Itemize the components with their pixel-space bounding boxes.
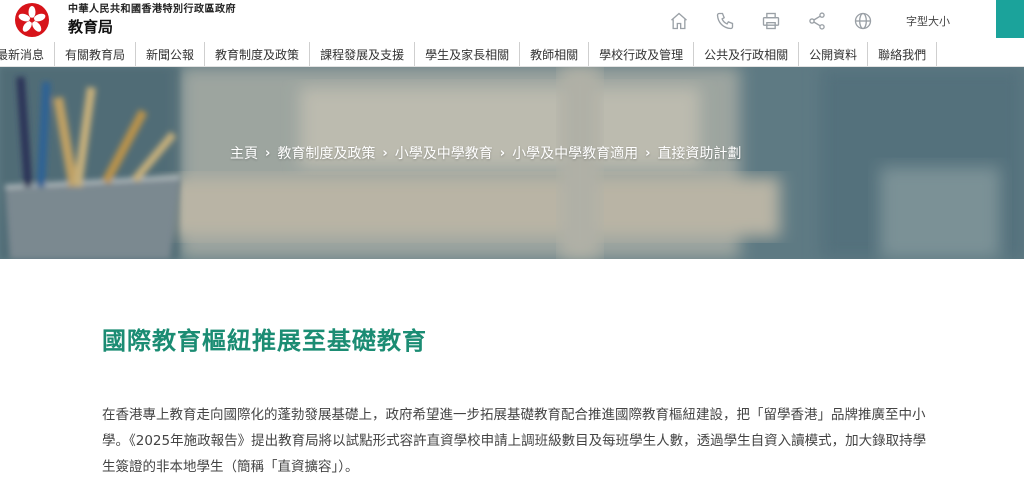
nav-item-public-info[interactable]: 公開資料	[799, 42, 869, 66]
nav-item-curriculum[interactable]: 課程發展及支援	[310, 42, 416, 66]
globe-icon[interactable]	[840, 0, 886, 42]
nav-item-teachers[interactable]: 教師相關	[520, 42, 590, 66]
government-name: 中華人民共和國香港特別行政區政府	[68, 4, 236, 15]
breadcrumb-current-dss[interactable]: 直接資助計劃	[657, 143, 741, 163]
intro-paragraph: 在香港專上教育走向國際化的蓬勃發展基礎上，政府希望進一步拓展基礎教育配合推進國際…	[102, 407, 927, 475]
share-icon[interactable]	[794, 0, 840, 42]
nav-item-press-releases[interactable]: 新聞公報	[136, 42, 206, 66]
main-content: 國際教育樞紐推展至基礎教育 在香港專上教育走向國際化的蓬勃發展基礎上，政府希望進…	[0, 259, 1024, 497]
chevron-right-icon: ›	[382, 145, 388, 161]
phone-icon[interactable]	[702, 0, 748, 42]
nav-item-education-system[interactable]: 教育制度及政策	[205, 42, 311, 66]
breadcrumb-home[interactable]: 主頁	[230, 143, 258, 163]
print-icon[interactable]	[748, 0, 794, 42]
chevron-right-icon: ›	[645, 145, 651, 161]
nav-item-latest-news[interactable]: 最新消息	[0, 42, 56, 66]
nav-item-contact-us[interactable]: 聯絡我們	[868, 42, 938, 66]
hksar-emblem-logo[interactable]	[10, 2, 54, 38]
menu-button[interactable]	[996, 0, 1024, 38]
organisation-name: 中華人民共和國香港特別行政區政府 教育局	[68, 4, 236, 36]
breadcrumb-primary-secondary[interactable]: 小學及中學教育	[395, 143, 493, 163]
hero-banner: 主頁 › 教育制度及政策 › 小學及中學教育 › 小學及中學教育適用 › 直接資…	[0, 67, 1024, 259]
page-title: 國際教育樞紐推展至基礎教育	[102, 327, 427, 355]
breadcrumb-education-system[interactable]: 教育制度及政策	[277, 143, 375, 163]
chevron-right-icon: ›	[499, 145, 506, 161]
banner-overlay	[0, 67, 1024, 259]
nav-item-about-edb[interactable]: 有關教育局	[55, 42, 137, 66]
header-tools: 字型大小	[656, 0, 964, 42]
breadcrumb-applicable[interactable]: 小學及中學教育適用	[512, 143, 638, 163]
nav-item-school-admin[interactable]: 學校行政及管理	[589, 42, 695, 66]
home-icon[interactable]	[656, 0, 702, 42]
nav-item-students-parents[interactable]: 學生及家長相關	[415, 42, 521, 66]
bureau-name[interactable]: 教育局	[68, 19, 236, 36]
main-navigation: 最新消息 有關教育局 新聞公報 教育制度及政策 課程發展及支援 學生及家長相關 …	[0, 42, 1024, 67]
breadcrumb: 主頁 › 教育制度及政策 › 小學及中學教育 › 小學及中學教育適用 › 直接資…	[230, 143, 741, 163]
chevron-right-icon: ›	[265, 145, 271, 161]
nav-item-public-admin[interactable]: 公共及行政相關	[694, 42, 800, 66]
font-size-button[interactable]: 字型大小	[886, 0, 964, 42]
site-header: 中華人民共和國香港特別行政區政府 教育局 字型大小	[0, 0, 1024, 42]
